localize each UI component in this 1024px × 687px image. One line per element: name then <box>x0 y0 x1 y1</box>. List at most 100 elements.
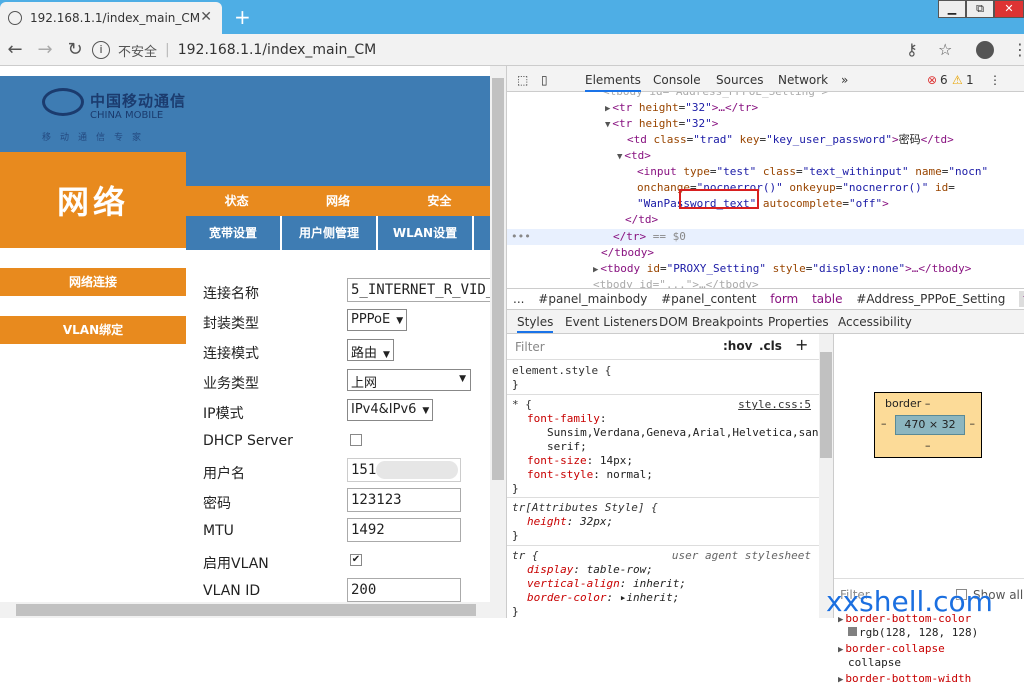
breadcrumb-item[interactable]: #Address_PPPoE_Setting <box>856 292 1005 306</box>
close-tab-icon[interactable]: ✕ <box>200 9 212 25</box>
encap-select[interactable]: PPPoE ▼ <box>347 309 408 331</box>
mtu-input[interactable]: 1492 <box>347 518 461 542</box>
conn-mode-select[interactable]: 路由 ▼ <box>347 339 394 361</box>
style-property[interactable]: font-size: 14px; <box>527 454 633 468</box>
vlan-enable-label: 启用VLAN <box>203 556 269 572</box>
dom-line[interactable]: </tbody> <box>601 245 654 261</box>
ip-mode-select[interactable]: IPv4&IPv6 ▼ <box>347 399 434 421</box>
subnav-wlan[interactable]: WLAN设置 <box>378 216 474 250</box>
cls-button[interactable]: .cls <box>759 339 782 353</box>
dom-line[interactable]: ▶ <tbody id="PROXY_Setting" style="displa… <box>593 261 971 277</box>
address-bar[interactable]: i 不安全 | 192.168.1.1/index_main_CM <box>92 38 872 62</box>
security-label: 不安全 <box>118 44 158 60</box>
tab-event-listeners[interactable]: Event Listeners <box>565 315 658 329</box>
conn-name-input[interactable]: 5_INTERNET_R_VID_ <box>347 278 490 302</box>
breadcrumb-item[interactable]: form <box>770 292 798 306</box>
dom-line-selected[interactable]: </tr> == $0 <box>613 229 686 245</box>
key-icon[interactable]: ⚷ <box>906 40 918 59</box>
device-toolbar-icon[interactable]: ▯ <box>541 73 548 87</box>
forward-arrow-icon[interactable]: → <box>30 39 60 60</box>
mtu-label: MTU <box>203 523 234 539</box>
box-model-content[interactable]: 470 × 32 <box>895 415 965 435</box>
style-value[interactable]: Sunsim,Verdana,Geneva,Arial,Helvetica,sa… <box>547 426 819 440</box>
star-icon[interactable]: ☆ <box>938 40 952 59</box>
dom-line[interactable]: ▶ <tr height="32">…</tr> <box>605 100 758 116</box>
subnav-broadband[interactable]: 宽带设置 <box>186 216 282 250</box>
dom-line[interactable]: ▼ <tr height="32"> <box>605 116 718 132</box>
nav-security[interactable]: 安全 <box>389 186 490 216</box>
collapse-arrow-icon[interactable]: ▼ <box>605 120 610 130</box>
breadcrumb-item[interactable]: #panel_content <box>661 292 756 306</box>
rule-source-link[interactable]: style.css:5 <box>738 398 811 411</box>
info-icon[interactable]: i <box>92 41 110 59</box>
logo-en: CHINA MOBILE <box>90 110 164 121</box>
dom-line[interactable]: ▼ <td> <box>617 148 651 164</box>
restore-button[interactable]: ⧉ <box>966 0 994 18</box>
password-input[interactable]: 123123 <box>347 488 461 512</box>
dom-line[interactable]: "WanPassword_text" autocomplete="off"> <box>637 196 889 212</box>
rule-selector[interactable]: tr[Attributes Style] { <box>512 501 658 515</box>
tab-styles[interactable]: Styles <box>517 315 554 333</box>
dom-tree: <tbody id="Address_PPPoE_Setting"> ▶<tr … <box>507 92 1024 288</box>
service-select[interactable]: 上网 ▼ <box>347 369 471 391</box>
dom-line-ellipsis[interactable]: ••• <box>511 229 531 245</box>
dom-line[interactable]: <input type="test" class="text_withinput… <box>637 164 988 180</box>
styles-filter-input[interactable]: Filter <box>515 340 545 354</box>
tab-sources[interactable]: Sources <box>716 73 763 87</box>
styles-tabbar: Styles Event Listeners DOM Breakpoints P… <box>507 310 1024 334</box>
tab-console[interactable]: Console <box>653 73 701 87</box>
tab-dom-breakpoints[interactable]: DOM Breakpoints <box>659 315 763 329</box>
error-count[interactable]: 6 <box>940 73 948 87</box>
tab-accessibility[interactable]: Accessibility <box>838 315 912 329</box>
computed-property[interactable]: ▶ border-bottom-width <box>838 672 971 687</box>
dhcp-checkbox[interactable] <box>350 434 362 446</box>
logo-slogan: 移动通信专家 <box>42 133 151 143</box>
warning-count[interactable]: 1 <box>966 73 974 87</box>
sidebar-item-vlan-binding[interactable]: VLAN绑定 <box>0 316 186 344</box>
vlan-id-input[interactable]: 200 <box>347 578 461 602</box>
browser-tab[interactable]: 192.168.1.1/index_main_CM ✕ <box>0 2 222 34</box>
tab-elements[interactable]: Elements <box>585 73 641 92</box>
hov-button[interactable]: :hov <box>723 339 752 353</box>
rule-selector[interactable]: element.style { <box>512 364 611 378</box>
computed-value: rgb(128, 128, 128) <box>848 626 978 640</box>
dom-line[interactable]: <td class="trad" key="key_user_password"… <box>627 132 954 148</box>
tab-properties[interactable]: Properties <box>768 315 829 329</box>
tab-network[interactable]: Network <box>778 73 828 87</box>
style-property[interactable]: font-style: normal; <box>527 468 653 482</box>
settings-icon[interactable]: ⋮ <box>989 73 1001 87</box>
breadcrumb-item[interactable]: tr <box>1019 291 1024 307</box>
window-close-button[interactable]: ✕ <box>994 0 1024 18</box>
breadcrumb-item[interactable]: ... <box>513 292 524 306</box>
style-property[interactable]: font-family: <box>527 412 606 426</box>
collapse-arrow-icon[interactable]: ▼ <box>617 152 622 162</box>
header-banner: 中国移动通信 CHINA MOBILE 移动通信专家 <box>0 76 490 152</box>
subnav-user-side[interactable]: 用户侧管理 <box>282 216 378 250</box>
new-rule-button[interactable]: + <box>795 335 808 354</box>
nav-status[interactable]: 状态 <box>186 186 287 216</box>
computed-property[interactable]: ▶ border-collapse <box>838 642 945 657</box>
back-arrow-icon[interactable]: ← <box>0 39 30 60</box>
sidebar-item-network-connection[interactable]: 网络连接 <box>0 268 186 296</box>
rule-selector[interactable]: * { <box>512 398 532 412</box>
more-tabs-button[interactable]: » <box>841 73 848 87</box>
profile-avatar-icon[interactable] <box>976 41 994 59</box>
expand-arrow-icon[interactable]: ▶ <box>593 265 598 275</box>
dom-line[interactable]: </td> <box>625 212 658 228</box>
reload-icon[interactable]: ↻ <box>60 39 90 60</box>
inspect-element-icon[interactable]: ⬚ <box>517 73 528 87</box>
breadcrumb-item[interactable]: table <box>812 292 842 306</box>
breadcrumb-item[interactable]: #panel_mainbody <box>538 292 647 306</box>
dropdown-arrow-icon: ▼ <box>383 350 390 360</box>
breadcrumb: ... #panel_mainbody #panel_content form … <box>507 288 1024 310</box>
page-horizontal-scroll-thumb[interactable] <box>16 604 476 616</box>
nav-network[interactable]: 网络 <box>287 186 388 216</box>
styles-scroll-thumb[interactable] <box>820 352 832 458</box>
vlan-enable-checkbox[interactable]: ✔ <box>350 554 362 566</box>
new-tab-button[interactable]: + <box>234 5 251 29</box>
minimize-button[interactable]: ▁ <box>938 0 966 18</box>
style-value[interactable]: serif; <box>547 440 587 454</box>
menu-dots-icon[interactable]: ⋮ <box>1012 40 1024 59</box>
expand-arrow-icon[interactable]: ▶ <box>605 104 610 114</box>
page-vertical-scroll-thumb[interactable] <box>492 78 504 480</box>
